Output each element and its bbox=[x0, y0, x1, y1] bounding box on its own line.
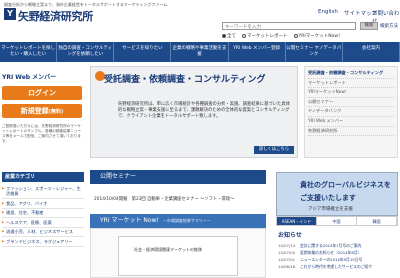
nav-item-reports[interactable]: マーケットレポートを探したい・購入したい bbox=[0, 42, 58, 62]
category-item[interactable]: ファッション、スポーツ・レジャー、生活雑貨 bbox=[2, 184, 84, 199]
logo-mark[interactable]: Y bbox=[4, 8, 16, 20]
news-date: 14/07/01 bbox=[278, 257, 296, 262]
yri-now-heading: YRI マーケット Now! －市場調査結果サマリー－ bbox=[90, 214, 266, 228]
category-item[interactable]: ヘルスケア、医療、医薬 bbox=[2, 218, 84, 228]
region-tab-korea[interactable]: 韓国 bbox=[357, 217, 397, 225]
members-heading: YRI Web メンバー bbox=[2, 74, 57, 81]
scope-radio-all[interactable]: 全て bbox=[222, 33, 236, 39]
news-row[interactable]: 14/07/14 会計に関する2014年7月号のご案内 bbox=[278, 242, 398, 249]
service-list-item[interactable]: 矢野経済研究所 bbox=[308, 127, 394, 137]
category-item[interactable]: 建設、住宅、不動産 bbox=[2, 209, 84, 218]
region-tab-china[interactable]: 中国 bbox=[317, 217, 357, 225]
news-list: 14/07/14 会計に関する2014年7月号のご案内 14/07/04 夏期休業の… bbox=[278, 242, 398, 270]
region-tabs: ASEAN・インド 中国 韓国 bbox=[276, 216, 398, 226]
nav-item-strategy[interactable]: 企業の戦略や事業活動を支援 bbox=[171, 42, 229, 62]
news-title: ニュースレターの2014年9月15日号 bbox=[300, 257, 363, 262]
news-row[interactable]: 14/06/16 これから時代を考慮したサービスのご紹介 bbox=[278, 263, 398, 270]
login-label: ログイン bbox=[28, 89, 56, 97]
hero-text: 矢野経済研究所は、単に広く市場統計や各種調査の分析・実施、調査結果に基づいた具体… bbox=[118, 102, 290, 119]
banner-line2: ご支援いたします bbox=[300, 194, 356, 202]
service-list-item[interactable]: 公開セミナー bbox=[308, 98, 394, 108]
news-title: 夏期休業のお知らせ（2014年8月） bbox=[300, 250, 362, 255]
logo-text[interactable]: 矢野経済研究所 bbox=[18, 8, 93, 24]
radio-icon bbox=[293, 33, 298, 38]
radio-icon bbox=[242, 33, 246, 38]
search-button[interactable]: 検索 bbox=[360, 22, 378, 30]
category-heading: 産業カテゴリ bbox=[2, 172, 84, 182]
main-nav: マーケットレポートを探したい・購入したい 独自の調査・コンサルティングを依頼した… bbox=[0, 42, 400, 62]
yri-now-title: YRI マーケット Now! bbox=[100, 217, 159, 224]
radio-label: YRIマーケットNow！ bbox=[298, 34, 343, 39]
news-row[interactable]: 14/07/01 ニュースレターの2014年9月15日号 bbox=[278, 256, 398, 263]
scope-radio-yri[interactable]: YRIマーケットNow！ bbox=[293, 33, 343, 39]
category-item[interactable]: 流通小売、人材、ビジネスサービス bbox=[2, 228, 84, 237]
banner-caption: アジア市場確立を支援 bbox=[308, 207, 353, 212]
news-date: 14/07/04 bbox=[278, 250, 296, 255]
nav-item-services[interactable]: サービスを知りたい bbox=[114, 42, 172, 62]
category-item[interactable]: ブランドビジネス、ラグジュアリー bbox=[2, 237, 84, 247]
news-date: 14/06/16 bbox=[278, 264, 296, 269]
register-button[interactable]: 新規登録(無料) bbox=[2, 104, 82, 118]
hero-title: 受託調査・依頼調査・コンサルティング bbox=[104, 75, 266, 85]
news-title: 会計に関する2014年7月号のご案内 bbox=[300, 243, 362, 248]
service-list-item[interactable]: YRIマーケットNow！ bbox=[308, 88, 394, 98]
member-note: ご登録頂いた方々には、矢野経済研究所のマーケットレポートのサンプル、各種の調査結… bbox=[2, 124, 82, 143]
yri-chart-title: 社会・経済環境関連マーケットの推移 bbox=[134, 247, 202, 252]
region-tab-asean[interactable]: ASEAN・インド bbox=[277, 217, 317, 225]
service-list-item[interactable]: ヤノデータバンク bbox=[308, 107, 394, 117]
service-list-item[interactable]: YRI Web メンバー bbox=[308, 117, 394, 127]
nav-item-company[interactable]: 会社案内 bbox=[343, 42, 400, 62]
scope-radio-reports[interactable]: マーケットレポート bbox=[242, 33, 288, 39]
service-list-item[interactable]: マーケットレポート bbox=[308, 79, 394, 89]
yri-chart-thumbnail[interactable] bbox=[118, 236, 238, 276]
radio-label: マーケットレポート bbox=[247, 34, 288, 39]
register-label: 新規登録 bbox=[20, 107, 49, 115]
search-input[interactable] bbox=[222, 22, 356, 30]
news-title: これから時代を考慮したサービスのご紹介 bbox=[300, 264, 373, 269]
english-link[interactable]: English bbox=[318, 9, 338, 15]
nav-item-custom-research[interactable]: 独自の調査・コンサルティングを依頼したい bbox=[57, 42, 115, 62]
radio-label: 全て bbox=[227, 34, 236, 39]
nav-item-seminar[interactable]: 公開セミナー ヤノデータバンク bbox=[286, 42, 343, 62]
register-suffix: (無料) bbox=[48, 109, 64, 115]
nav-item-member-register[interactable]: YRI Web メンバー登録 bbox=[229, 42, 286, 62]
yri-now-sub: －市場調査結果サマリー－ bbox=[162, 218, 211, 223]
advanced-search-link[interactable]: 検索方法 bbox=[380, 23, 398, 29]
banner-line1: 貴社のグローバルビジネスを bbox=[300, 181, 391, 189]
service-list: 受託調査・依頼調査・コンサルティング マーケットレポート YRIマーケットNow… bbox=[304, 66, 398, 158]
news-date: 14/07/14 bbox=[278, 243, 296, 248]
category-item[interactable]: 食品、アグリ、バイオ bbox=[2, 199, 84, 209]
radio-icon bbox=[222, 33, 226, 38]
search-scope-radios: 全て マーケットレポート YRIマーケットNow！ bbox=[222, 33, 343, 39]
hero-more-button[interactable]: 詳しくはこちら bbox=[254, 146, 294, 154]
news-row[interactable]: 14/07/04 夏期休業のお知らせ（2014年8月） bbox=[278, 249, 398, 256]
category-list: ファッション、スポーツ・レジャー、生活雑貨 食品、アグリ、バイオ 建設、住宅、不… bbox=[2, 184, 84, 247]
seminar-row[interactable]: 2014/10/04開催 第23回 自動車・企業講座セミナー ～ソフト・環境～ bbox=[94, 196, 234, 202]
seminar-heading: 公開セミナー bbox=[90, 170, 266, 184]
service-list-item[interactable]: 受託調査・依頼調査・コンサルティング bbox=[308, 69, 394, 79]
login-button[interactable]: ログイン bbox=[2, 86, 82, 100]
news-heading: お知らせ bbox=[278, 232, 302, 239]
